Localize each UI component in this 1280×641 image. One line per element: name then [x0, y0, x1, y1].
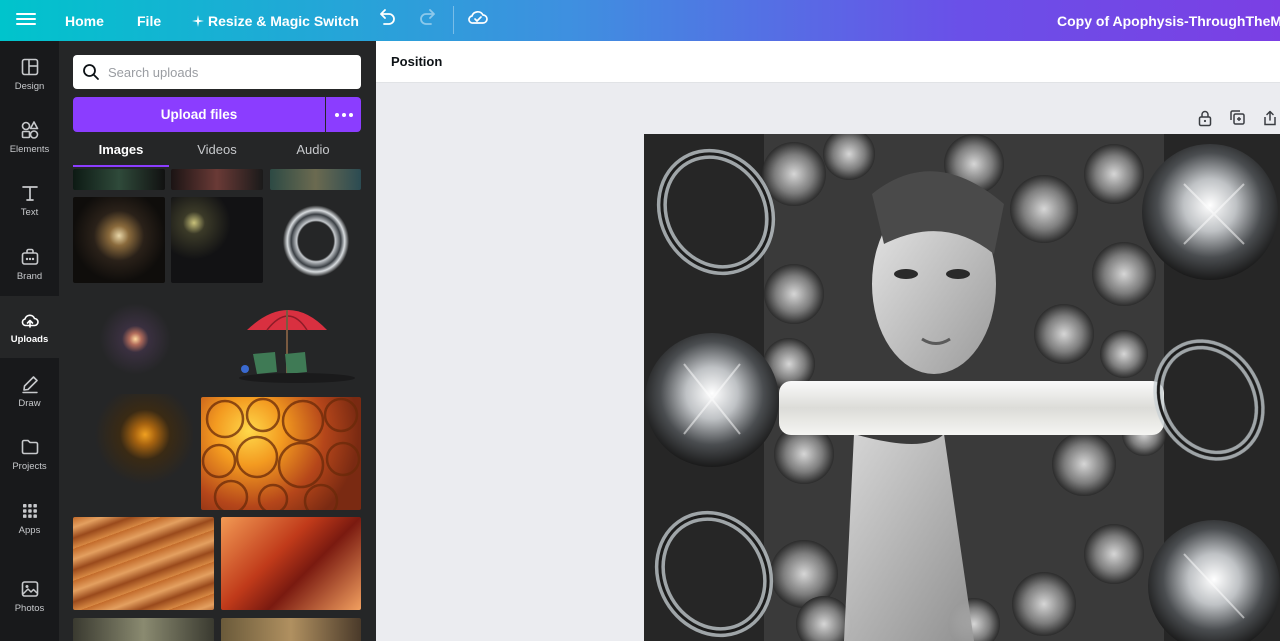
- uploads-panel: Upload files Images Videos Audio: [59, 41, 376, 641]
- upload-thumbnail[interactable]: [201, 397, 361, 510]
- upload-thumbnail[interactable]: [270, 169, 361, 190]
- brand-kit-icon: [21, 248, 38, 265]
- artwork-image: [644, 134, 1280, 641]
- lock-icon[interactable]: [1197, 109, 1213, 127]
- layout-icon: [21, 58, 38, 75]
- redo-icon[interactable]: [418, 7, 438, 27]
- upload-thumbnail[interactable]: [73, 394, 193, 510]
- position-button[interactable]: Position: [391, 41, 442, 83]
- rail-item-brand[interactable]: Brand: [0, 233, 59, 295]
- media-tabs: Images Videos Audio: [73, 137, 361, 167]
- magic-icon: [192, 14, 204, 27]
- grid-icon: [22, 503, 37, 518]
- share-icon[interactable]: [1262, 109, 1278, 127]
- umbrella-image: [239, 310, 355, 383]
- cloud-saved-icon[interactable]: [467, 6, 489, 28]
- rail-item-elements[interactable]: Elements: [0, 106, 59, 168]
- rail-item-uploads[interactable]: Uploads: [0, 296, 59, 358]
- image-icon: [21, 580, 38, 597]
- upload-thumbnail[interactable]: [171, 169, 263, 190]
- search-input[interactable]: [108, 64, 348, 80]
- rail-item-design[interactable]: Design: [0, 43, 59, 105]
- more-options-button[interactable]: [326, 97, 361, 132]
- rail-label: Uploads: [10, 333, 49, 345]
- upload-thumbnail[interactable]: [221, 517, 361, 610]
- rail-label: Projects: [12, 460, 47, 472]
- upload-thumbnail[interactable]: [221, 618, 361, 641]
- rail-item-apps[interactable]: Apps: [0, 487, 59, 549]
- upload-thumbnail[interactable]: [73, 618, 214, 641]
- rail-item-projects[interactable]: Projects: [0, 423, 59, 485]
- tab-images[interactable]: Images: [73, 137, 169, 167]
- rail-item-text[interactable]: Text: [0, 169, 59, 231]
- shapes-icon: [21, 120, 38, 139]
- upload-thumbnail[interactable]: [171, 197, 263, 283]
- toolbar-divider: [453, 6, 454, 34]
- document-title[interactable]: Copy of Apophysis-ThroughTheMirror: [1057, 0, 1280, 41]
- menu-icon[interactable]: [16, 10, 36, 30]
- pen-icon: [21, 375, 38, 393]
- file-menu-button[interactable]: File: [137, 0, 161, 41]
- home-button[interactable]: Home: [65, 0, 104, 41]
- upload-thumbnail[interactable]: [197, 296, 361, 386]
- search-box[interactable]: [73, 55, 361, 89]
- tab-audio[interactable]: Audio: [265, 137, 361, 167]
- duplicate-icon[interactable]: [1229, 109, 1246, 127]
- undo-icon[interactable]: [377, 7, 397, 27]
- context-toolbar: Position: [376, 41, 1280, 83]
- upload-files-button[interactable]: Upload files: [73, 97, 325, 132]
- upload-thumbnail[interactable]: [277, 199, 355, 283]
- bubbles-image: [201, 397, 361, 510]
- rail-label: Design: [14, 80, 45, 92]
- rail-label: Draw: [18, 397, 41, 409]
- top-bar: Home File Resize & Magic Switch Copy of …: [0, 0, 1280, 41]
- folder-icon: [21, 439, 38, 454]
- side-rail: Design Elements Text Brand Uploads Draw …: [0, 41, 59, 641]
- rail-label: Apps: [18, 524, 41, 536]
- design-page[interactable]: [644, 134, 1280, 641]
- rail-label: Elements: [9, 143, 50, 155]
- tab-videos[interactable]: Videos: [169, 137, 265, 167]
- rail-label: Photos: [14, 602, 45, 614]
- rail-label: Brand: [16, 270, 43, 282]
- text-icon: [21, 185, 38, 201]
- upload-thumbnail[interactable]: [73, 197, 165, 283]
- upload-thumbnail[interactable]: [73, 517, 214, 610]
- resize-button[interactable]: Resize & Magic Switch: [192, 0, 359, 41]
- search-icon: [83, 64, 99, 80]
- resize-label: Resize & Magic Switch: [208, 12, 359, 29]
- upload-thumbnail[interactable]: [73, 169, 165, 190]
- upload-thumbnail[interactable]: [73, 299, 177, 379]
- rail-label: Text: [20, 206, 39, 218]
- rail-item-draw[interactable]: Draw: [0, 360, 59, 422]
- rail-item-photos[interactable]: Photos: [0, 565, 59, 627]
- cloud-upload-icon: [21, 314, 39, 328]
